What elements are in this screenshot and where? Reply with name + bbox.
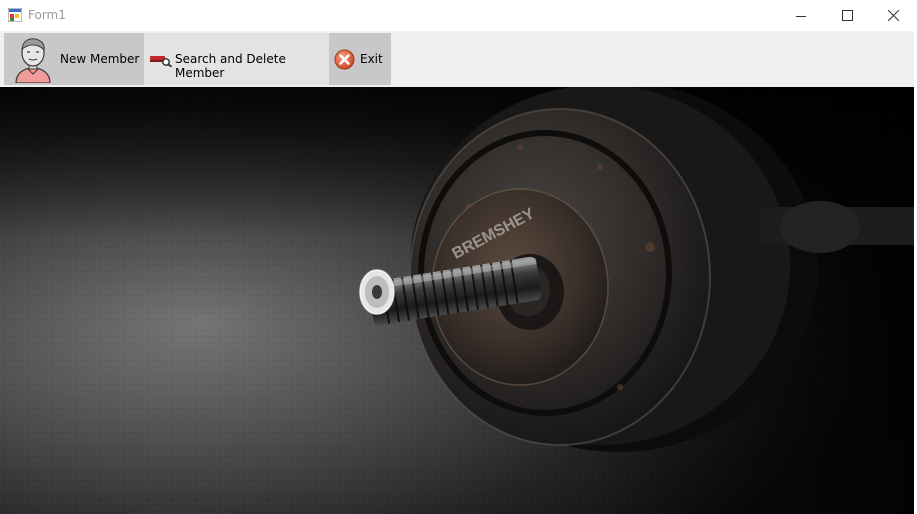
dumbbell-image: BREMSHEY bbox=[0, 87, 914, 514]
winforms-app-icon bbox=[8, 8, 22, 22]
new-member-button[interactable]: New Member bbox=[4, 33, 144, 85]
exit-icon bbox=[334, 49, 355, 70]
app-window: Form1 New Member Search and Delete Membe… bbox=[0, 0, 917, 514]
search-delete-icon bbox=[150, 56, 172, 67]
maximize-button[interactable] bbox=[824, 0, 870, 31]
close-icon bbox=[887, 10, 899, 21]
exit-button[interactable]: Exit bbox=[329, 33, 391, 85]
maximize-icon bbox=[841, 10, 853, 21]
toolbar: New Member Search and Delete Member Exit bbox=[0, 31, 917, 87]
exit-label: Exit bbox=[360, 52, 383, 66]
minimize-icon bbox=[796, 15, 806, 17]
search-delete-member-label: Search and Delete Member bbox=[175, 52, 286, 80]
title-bar: Form1 bbox=[0, 0, 917, 32]
minimize-button[interactable] bbox=[778, 0, 824, 31]
window-title: Form1 bbox=[28, 8, 66, 22]
search-delete-member-button[interactable]: Search and Delete Member bbox=[144, 33, 329, 85]
new-member-label: New Member bbox=[60, 52, 140, 66]
dumbbell-photo: BREMSHEY bbox=[0, 87, 914, 514]
member-avatar-icon bbox=[15, 38, 51, 83]
close-button[interactable] bbox=[870, 0, 916, 31]
